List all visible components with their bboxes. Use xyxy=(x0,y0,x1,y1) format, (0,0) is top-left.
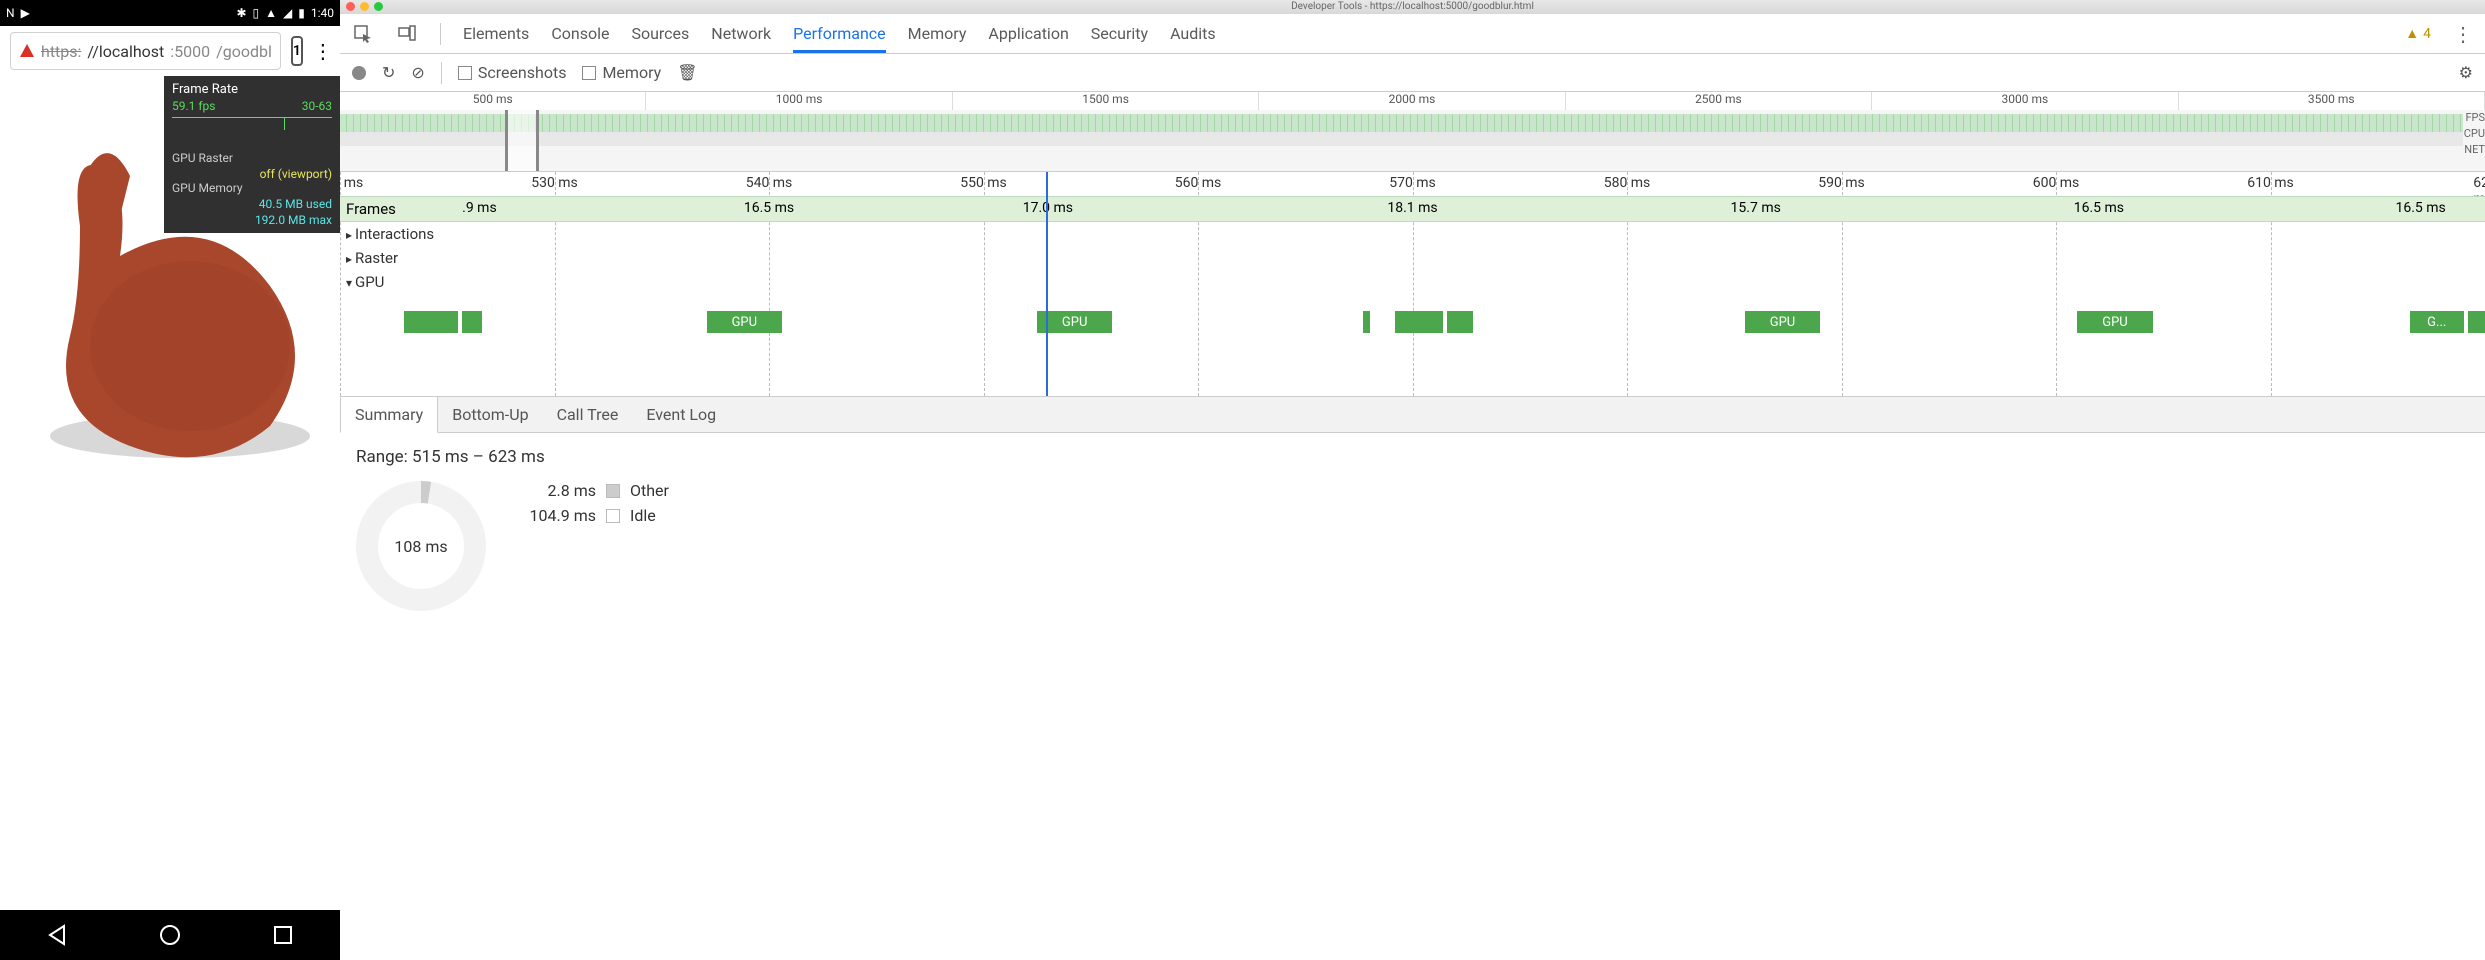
legend-row: 104.9 msIdle xyxy=(516,506,669,525)
gpu-block[interactable] xyxy=(2468,311,2485,333)
gpu-block[interactable] xyxy=(1395,311,1442,333)
gpu-block[interactable] xyxy=(1447,311,1473,333)
n-icon: N xyxy=(6,6,15,20)
signal-icon: ◢ xyxy=(283,6,292,20)
tab-audits[interactable]: Audits xyxy=(1170,24,1216,43)
battery-icon: ▮ xyxy=(298,6,305,20)
gpu-block[interactable] xyxy=(1363,311,1369,333)
gpu-block[interactable]: GPU xyxy=(1037,311,1112,333)
tab-memory[interactable]: Memory xyxy=(908,24,967,43)
gpu-block[interactable]: GPU xyxy=(2077,311,2152,333)
gpu-block[interactable]: G... xyxy=(2410,311,2464,333)
screenshots-checkbox[interactable]: Screenshots xyxy=(458,63,567,82)
record-button[interactable] xyxy=(352,66,366,80)
settings-gear-icon[interactable]: ⚙ xyxy=(2459,63,2473,82)
max-dot[interactable] xyxy=(374,2,383,11)
android-device: N ▶ ✱ ▯ ▲ ◢ ▮ 1:40 https://localhost:500… xyxy=(0,0,340,960)
legend-row: 2.8 msOther xyxy=(516,481,669,500)
url-input[interactable]: https://localhost:5000/goodbl xyxy=(10,32,281,70)
back-icon[interactable] xyxy=(46,924,68,946)
raster-row[interactable]: Raster xyxy=(340,246,460,270)
dtab-summary[interactable]: Summary xyxy=(340,396,438,433)
perf-toolbar: ↻ ⊘ Screenshots Memory 🗑 ⚙ xyxy=(340,54,2485,92)
devtools-tabs: Elements Console Sources Network Perform… xyxy=(340,14,2485,54)
fps-sparkline xyxy=(172,117,332,147)
fps-overlay: Frame Rate 59.1 fps30-63 GPU Raster off … xyxy=(164,76,340,233)
min-dot[interactable] xyxy=(360,2,369,11)
android-nav-bar xyxy=(0,910,340,960)
overview-timeline[interactable]: 500 ms 1000 ms 1500 ms 2000 ms 2500 ms 3… xyxy=(340,92,2485,172)
insecure-icon xyxy=(19,43,35,59)
dtab-eventlog[interactable]: Event Log xyxy=(632,397,730,432)
flame-chart[interactable]: 520 ms530 ms540 ms550 ms560 ms570 ms580 … xyxy=(340,172,2485,397)
tab-security[interactable]: Security xyxy=(1091,24,1148,43)
devtools-titlebar: Developer Tools - https://localhost:5000… xyxy=(340,0,2485,14)
reload-button[interactable]: ↻ xyxy=(382,63,395,82)
range-text: Range: 515 ms – 623 ms xyxy=(356,447,2469,467)
dtab-bottomup[interactable]: Bottom-Up xyxy=(438,397,542,432)
fps-band xyxy=(340,114,2463,132)
inspect-icon[interactable] xyxy=(352,25,374,43)
interactions-row[interactable]: Interactions xyxy=(340,222,460,246)
tab-console[interactable]: Console xyxy=(551,24,609,43)
play-icon: ▶ xyxy=(21,6,30,20)
tabs-button[interactable]: 1 xyxy=(291,36,303,66)
wifi-icon: ▲ xyxy=(265,6,277,20)
dtab-calltree[interactable]: Call Tree xyxy=(543,397,633,432)
more-icon[interactable]: ⋮ xyxy=(2453,22,2473,46)
tab-application[interactable]: Application xyxy=(988,24,1068,43)
home-icon[interactable] xyxy=(159,924,181,946)
device-toggle-icon[interactable] xyxy=(396,25,418,43)
browser-address-bar: https://localhost:5000/goodbl 1 ⋮ xyxy=(0,26,340,76)
close-dot[interactable] xyxy=(346,2,355,11)
playhead-marker[interactable] xyxy=(1046,172,1048,396)
overlay-title: Frame Rate xyxy=(172,82,332,97)
gpu-block[interactable]: GPU xyxy=(1745,311,1820,333)
bluetooth-icon: ✱ xyxy=(236,6,246,20)
memory-checkbox[interactable]: Memory xyxy=(582,63,661,82)
devtools-window: Developer Tools - https://localhost:5000… xyxy=(340,0,2485,960)
summary-donut: 108 ms xyxy=(356,481,486,611)
warnings-badge[interactable]: ▲4 xyxy=(2405,25,2431,42)
summary-panel: Range: 515 ms – 623 ms 108 ms 2.8 msOthe… xyxy=(340,433,2485,625)
clear-button[interactable]: ⊘ xyxy=(411,63,424,82)
gpu-block[interactable] xyxy=(404,311,458,333)
clock: 1:40 xyxy=(311,6,334,20)
android-status-bar: N ▶ ✱ ▯ ▲ ◢ ▮ 1:40 xyxy=(0,0,340,26)
gpu-block[interactable] xyxy=(462,311,481,333)
detail-tabs: Summary Bottom-Up Call Tree Event Log xyxy=(340,397,2485,433)
tab-performance[interactable]: Performance xyxy=(793,24,886,43)
vibrate-icon: ▯ xyxy=(253,6,260,20)
overview-selection[interactable] xyxy=(505,110,539,171)
trash-icon[interactable]: 🗑 xyxy=(677,63,697,82)
recents-icon[interactable] xyxy=(272,924,294,946)
tab-sources[interactable]: Sources xyxy=(631,24,689,43)
cpu-band xyxy=(340,132,2463,146)
page-viewport[interactable]: Frame Rate 59.1 fps30-63 GPU Raster off … xyxy=(0,76,340,910)
tab-network[interactable]: Network xyxy=(711,24,771,43)
gpu-block[interactable]: GPU xyxy=(707,311,782,333)
tab-elements[interactable]: Elements xyxy=(463,24,529,43)
menu-button[interactable]: ⋮ xyxy=(313,39,333,63)
